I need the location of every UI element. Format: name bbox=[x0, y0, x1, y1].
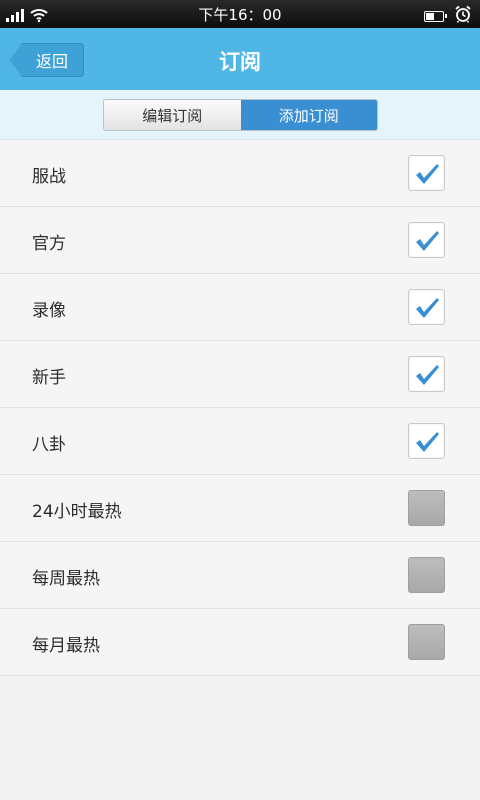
checkmark-icon bbox=[416, 298, 439, 318]
subscription-checkbox[interactable] bbox=[408, 624, 445, 660]
list-item[interactable]: 八卦 bbox=[0, 408, 480, 475]
checkmark-icon bbox=[416, 164, 439, 184]
list-item[interactable]: 官方 bbox=[0, 207, 480, 274]
subscription-checkbox[interactable] bbox=[408, 423, 445, 459]
subscription-checkbox[interactable] bbox=[408, 490, 445, 526]
tab-bar: 编辑订阅 添加订阅 bbox=[0, 90, 480, 140]
battery-icon bbox=[424, 10, 447, 22]
list-item[interactable]: 录像 bbox=[0, 274, 480, 341]
tab-add-subscription[interactable]: 添加订阅 bbox=[240, 100, 377, 130]
tab-edit-subscription[interactable]: 编辑订阅 bbox=[104, 100, 241, 130]
checkmark-icon bbox=[416, 365, 439, 385]
list-item-label: 录像 bbox=[32, 301, 66, 321]
list-item-label: 服战 bbox=[32, 167, 66, 187]
list-item-label: 每月最热 bbox=[32, 636, 100, 656]
status-time: 下午16：00 bbox=[198, 6, 282, 24]
list-item[interactable]: 每周最热 bbox=[0, 542, 480, 609]
list-item-label: 24小时最热 bbox=[32, 502, 122, 522]
list-item-label: 每周最热 bbox=[32, 569, 100, 589]
segmented-control: 编辑订阅 添加订阅 bbox=[103, 99, 378, 131]
page-title: 订阅 bbox=[219, 50, 261, 74]
list-item-label: 官方 bbox=[32, 234, 66, 254]
title-bar: 返回 订阅 bbox=[0, 28, 480, 90]
status-right bbox=[424, 5, 472, 27]
list-item[interactable]: 24小时最热 bbox=[0, 475, 480, 542]
subscription-list: 服战官方录像新手八卦 24小时最热 每周最热每月最热 bbox=[0, 140, 480, 676]
subscription-checkbox[interactable] bbox=[408, 155, 445, 191]
list-item[interactable]: 新手 bbox=[0, 341, 480, 408]
alarm-icon bbox=[454, 5, 472, 27]
list-item[interactable]: 每月最热 bbox=[0, 609, 480, 676]
subscription-checkbox[interactable] bbox=[408, 222, 445, 258]
list-item[interactable]: 服战 bbox=[0, 140, 480, 207]
subscription-checkbox[interactable] bbox=[408, 356, 445, 392]
status-bar: 下午16：00 bbox=[0, 0, 480, 28]
checkmark-icon bbox=[416, 432, 439, 452]
subscription-checkbox[interactable] bbox=[408, 557, 445, 593]
list-item-label: 新手 bbox=[32, 368, 66, 388]
list-item-label: 八卦 bbox=[32, 435, 66, 455]
subscription-checkbox[interactable] bbox=[408, 289, 445, 325]
checkmark-icon bbox=[416, 231, 439, 251]
